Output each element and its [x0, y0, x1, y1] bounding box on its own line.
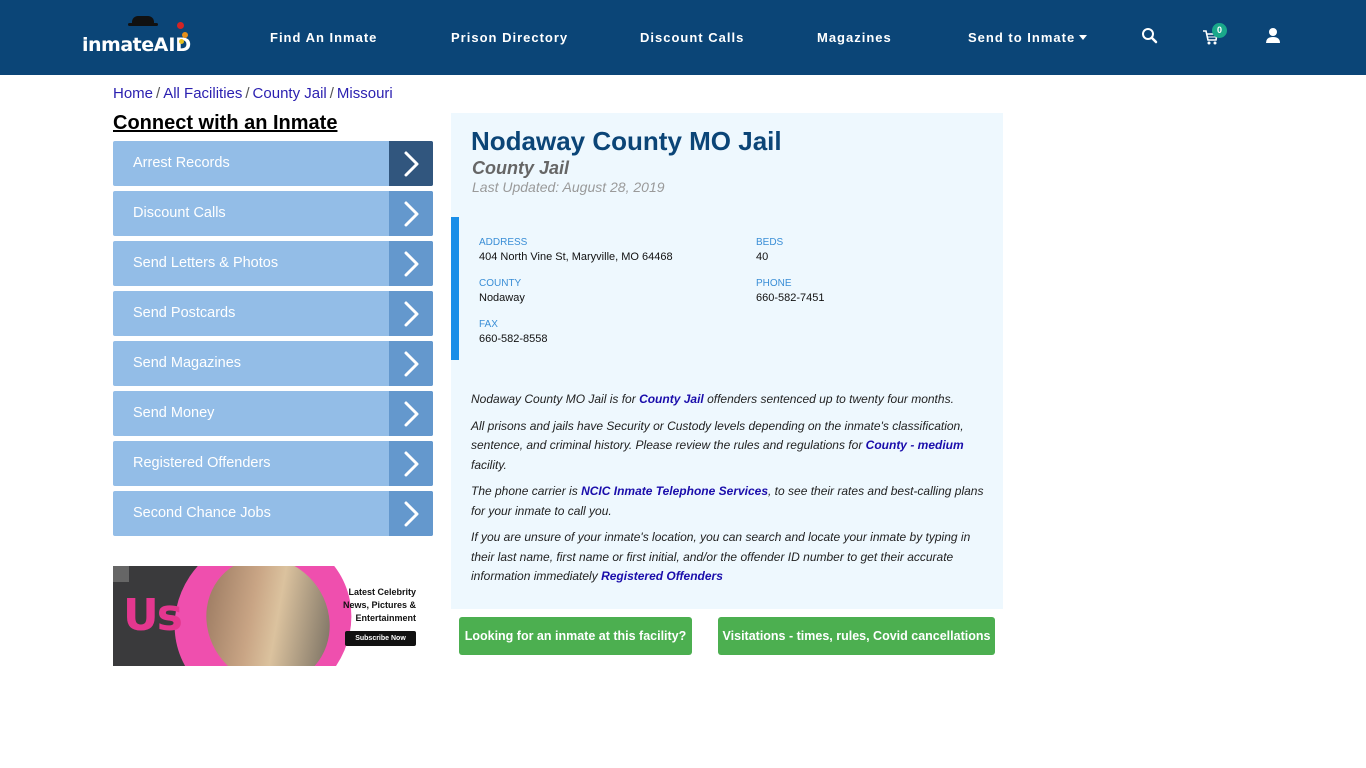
chevron-right-icon — [389, 491, 433, 536]
description-paragraph: All prisons and jails have Security or C… — [471, 417, 991, 476]
sidebar-item-label: Send Postcards — [133, 305, 236, 321]
sidebar-item-arrest-records[interactable]: Arrest Records — [113, 141, 433, 186]
last-updated: Last Updated: August 28, 2019 — [472, 179, 665, 195]
field-value: 660-582-7451 — [756, 292, 825, 304]
caret-down-icon — [1079, 35, 1088, 40]
breadcrumb-separator: / — [156, 85, 161, 102]
sidebar-item-registered-offenders[interactable]: Registered Offenders — [113, 441, 433, 486]
top-navbar: inmate AID Find An Inmate Prison Director… — [0, 0, 1366, 75]
breadcrumb-county-jail[interactable]: County Jail — [253, 85, 327, 102]
beds-field: BEDS 40 — [756, 237, 783, 263]
search-icon[interactable] — [1140, 26, 1160, 46]
facility-type: County Jail — [472, 158, 570, 178]
description-paragraph: Nodaway County MO Jail is for County Jai… — [471, 390, 991, 410]
fax-field: FAX 660-582-8558 — [479, 319, 548, 345]
chevron-right-icon — [389, 391, 433, 436]
inmateaid-logo[interactable]: inmate AID — [82, 16, 191, 56]
field-value: 40 — [756, 251, 769, 263]
leaf-icon — [182, 32, 188, 38]
breadcrumb-all-facilities[interactable]: All Facilities — [163, 85, 242, 102]
sidebar-item-second-chance-jobs[interactable]: Second Chance Jobs — [113, 491, 433, 536]
nav-discount-calls[interactable]: Discount Calls — [640, 30, 744, 45]
breadcrumb-separator: / — [245, 85, 250, 102]
nav-send-to-inmate[interactable]: Send to Inmate — [968, 30, 1088, 45]
facility-description: Nodaway County MO Jail is for County Jai… — [471, 390, 991, 594]
find-inmate-button[interactable]: Looking for an inmate at this facility? — [459, 617, 692, 655]
nav-find-an-inmate[interactable]: Find An Inmate — [270, 30, 377, 45]
description-paragraph: The phone carrier is NCIC Inmate Telepho… — [471, 482, 991, 521]
sidebar-item-send-money[interactable]: Send Money — [113, 391, 433, 436]
visitations-button[interactable]: Visitations - times, rules, Covid cancel… — [718, 617, 995, 655]
sidebar-item-label: Discount Calls — [133, 205, 226, 221]
registered-offenders-link[interactable]: Registered Offenders — [601, 569, 723, 583]
ad-line: News, Pictures & — [342, 600, 416, 610]
sidebar-menu: Arrest Records Discount Calls Send Lette… — [113, 141, 433, 541]
chevron-right-icon — [389, 291, 433, 336]
ad-line: Entertainment — [355, 613, 416, 623]
sidebar-item-label: Send Magazines — [133, 355, 242, 371]
field-label: FAX — [479, 319, 498, 330]
county-field: COUNTY Nodaway — [479, 278, 525, 304]
chevron-right-icon — [389, 341, 433, 386]
breadcrumb-separator: / — [329, 85, 334, 102]
leaf-icon — [177, 22, 184, 29]
facility-info-card: ADDRESS 404 North Vine St, Maryville, MO… — [451, 217, 1003, 360]
county-jail-link[interactable]: County Jail — [639, 392, 704, 406]
ad-corner-square — [113, 566, 129, 582]
cart-count-badge: 0 — [1212, 23, 1227, 38]
chevron-right-icon — [389, 141, 433, 186]
nav-send-to-inmate-label: Send to Inmate — [968, 30, 1076, 45]
sidebar-item-label: Arrest Records — [133, 155, 230, 171]
text: offenders sentenced up to twenty four mo… — [703, 392, 954, 406]
nav-magazines[interactable]: Magazines — [817, 30, 892, 45]
field-value: Nodaway — [479, 292, 525, 304]
field-label: ADDRESS — [479, 237, 528, 248]
ad-subscribe-button[interactable]: Subscribe Now — [345, 631, 416, 646]
breadcrumb: Home / All Facilities / County Jail / Missouri — [113, 85, 393, 102]
field-label: COUNTY — [479, 278, 522, 289]
sidebar-item-label: Registered Offenders — [133, 455, 271, 471]
field-label: PHONE — [756, 278, 792, 289]
ncic-phone-link[interactable]: NCIC Inmate Telephone Services — [581, 484, 768, 498]
field-value: 660-582-8558 — [479, 333, 548, 345]
leaf-icon — [179, 39, 184, 44]
text: The phone carrier is — [471, 484, 582, 498]
sidebar-item-label: Second Chance Jobs — [133, 505, 271, 521]
breadcrumb-home[interactable]: Home — [113, 85, 153, 102]
user-icon[interactable] — [1263, 26, 1283, 46]
sidebar-title[interactable]: Connect with an Inmate — [113, 112, 337, 135]
us-weekly-ad-banner[interactable]: Us Latest Celebrity News, Pictures & Ent… — [113, 566, 433, 666]
chevron-right-icon — [389, 241, 433, 286]
sidebar-item-discount-calls[interactable]: Discount Calls — [113, 191, 433, 236]
sidebar-item-send-magazines[interactable]: Send Magazines — [113, 341, 433, 386]
breadcrumb-missouri[interactable]: Missouri — [337, 85, 393, 102]
county-medium-link[interactable]: County - medium — [866, 438, 964, 452]
text: Nodaway County MO Jail is for — [471, 392, 640, 406]
ad-line: Latest Celebrity — [348, 587, 416, 597]
ad-brand-logo: Us — [123, 590, 183, 641]
text: facility. — [471, 457, 507, 472]
description-paragraph: If you are unsure of your inmate's locat… — [471, 528, 991, 587]
field-label: BEDS — [756, 237, 784, 248]
address-field: ADDRESS 404 North Vine St, Maryville, MO… — [479, 237, 673, 263]
phone-field: PHONE 660-582-7451 — [756, 278, 825, 304]
chevron-right-icon — [389, 191, 433, 236]
ad-headline: Latest Celebrity News, Pictures & Entert… — [343, 586, 416, 625]
sidebar-item-label: Send Money — [133, 405, 215, 421]
facility-title: Nodaway County MO Jail — [471, 126, 782, 156]
logo-text: inmate — [82, 34, 154, 56]
sidebar-item-send-postcards[interactable]: Send Postcards — [113, 291, 433, 336]
sidebar-item-send-letters-photos[interactable]: Send Letters & Photos — [113, 241, 433, 286]
sidebar-item-label: Send Letters & Photos — [133, 255, 279, 271]
field-value: 404 North Vine St, Maryville, MO 64468 — [479, 251, 673, 263]
nav-prison-directory[interactable]: Prison Directory — [451, 30, 568, 45]
pilgrim-hat-icon — [128, 16, 158, 26]
chevron-right-icon — [389, 441, 433, 486]
